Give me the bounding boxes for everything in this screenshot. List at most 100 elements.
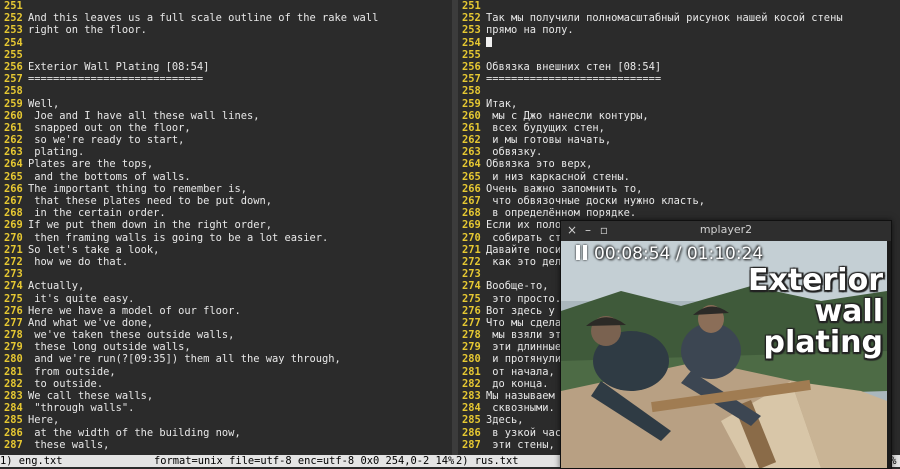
editor-line[interactable]: 273 xyxy=(0,268,452,280)
line-text[interactable]: Вот здесь у xyxy=(486,305,555,317)
editor-line[interactable]: 258 xyxy=(0,85,452,97)
editor-line[interactable]: 282 to outside. xyxy=(0,378,452,390)
editor-line[interactable]: 259 Well, xyxy=(0,98,452,110)
line-text[interactable]: ============================ xyxy=(28,73,203,85)
editor-line[interactable]: 253 right on the floor. xyxy=(0,24,452,36)
line-text[interactable]: And what we've done, xyxy=(28,317,153,329)
editor-line[interactable]: 262 и мы готовы начать, xyxy=(458,134,900,146)
line-text[interactable]: these long outside walls, xyxy=(28,341,190,353)
line-text[interactable]: Well, xyxy=(28,98,59,110)
line-text[interactable]: The important thing to remember is, xyxy=(28,183,247,195)
line-text[interactable]: we've taken these outside walls, xyxy=(28,329,234,341)
line-text[interactable]: Мы называем xyxy=(486,390,555,402)
mplayer-window[interactable]: × – ▫ mplayer2 00:08:54 / 01:10:24 Exter… xyxy=(560,220,892,469)
editor-line[interactable]: 263 plating. xyxy=(0,146,452,158)
editor-line[interactable]: 276 Here we have a model of our floor. xyxy=(0,305,452,317)
editor-line[interactable]: 283 We call these walls, xyxy=(0,390,452,402)
line-text[interactable]: Так мы получили полномасштабный рисунок … xyxy=(486,12,843,24)
line-text[interactable]: Обвязка внешних стен [08:54] xyxy=(486,61,661,73)
line-text[interactable]: "through walls". xyxy=(28,402,134,414)
line-text[interactable]: from outside, xyxy=(28,366,115,378)
line-text[interactable]: Если их поло xyxy=(486,219,561,231)
editor-line[interactable]: 275 it's quite easy. xyxy=(0,293,452,305)
line-text[interactable]: эти длинные xyxy=(486,341,561,353)
mplayer-titlebar[interactable]: × – ▫ mplayer2 xyxy=(561,221,891,241)
editor-line[interactable]: 271 So let's take a look, xyxy=(0,244,452,256)
line-text[interactable]: to outside. xyxy=(28,378,103,390)
editor-line[interactable]: 285 Here, xyxy=(0,414,452,426)
line-text[interactable]: Plates are the tops, xyxy=(28,158,153,170)
editor-line[interactable]: 264 Plates are the tops, xyxy=(0,158,452,170)
line-text[interactable]: в определённом порядке. xyxy=(486,207,636,219)
editor-line[interactable]: 278 we've taken these outside walls, xyxy=(0,329,452,341)
line-text[interactable]: мы с Джо нанесли контуры, xyxy=(486,110,648,122)
line-text[interactable]: от начала, xyxy=(486,366,555,378)
line-text[interactable]: ============================ xyxy=(486,73,661,85)
editor-line[interactable]: 260 мы с Джо нанесли контуры, xyxy=(458,110,900,122)
editor-line[interactable]: 258 xyxy=(458,85,900,97)
line-text[interactable]: how we do that. xyxy=(28,256,128,268)
line-text[interactable]: Вообще-то, xyxy=(486,280,549,292)
editor-line[interactable]: 256 Обвязка внешних стен [08:54] xyxy=(458,61,900,73)
editor-line[interactable]: 263 обвязку. xyxy=(458,146,900,158)
line-text[interactable]: so we're ready to start, xyxy=(28,134,184,146)
line-text[interactable]: Что мы сдела xyxy=(486,317,561,329)
line-text[interactable]: Итак, xyxy=(486,98,517,110)
editor-line[interactable]: 268 в определённом порядке. xyxy=(458,207,900,219)
line-text[interactable]: plating. xyxy=(28,146,84,158)
editor-line[interactable]: 255 xyxy=(0,49,452,61)
editor-line[interactable]: 286 at the width of the building now, xyxy=(0,427,452,439)
line-text[interactable]: и мы готовы начать, xyxy=(486,134,611,146)
line-text[interactable]: мы взяли эт xyxy=(486,329,561,341)
line-text[interactable]: эти стены, xyxy=(486,439,555,451)
line-text[interactable]: до конца. xyxy=(486,378,548,390)
line-text[interactable]: Здесь, xyxy=(486,414,524,426)
editor-line[interactable]: 287 these walls, xyxy=(0,439,452,451)
line-text[interactable]: и низ каркасной стены. xyxy=(486,171,630,183)
line-text[interactable]: прямо на полу. xyxy=(486,24,574,36)
editor-line[interactable]: 267 что обвязочные доски нужно класть, xyxy=(458,195,900,207)
editor-line[interactable]: 264 Обвязка это верх, xyxy=(458,158,900,170)
editor-line[interactable]: 268 in the certain order. xyxy=(0,207,452,219)
line-text[interactable]: обвязку. xyxy=(486,146,542,158)
line-text[interactable]: And this leaves us a full scale outline … xyxy=(28,12,378,24)
line-text[interactable]: and the bottoms of walls. xyxy=(28,171,190,183)
line-text[interactable]: это просто. xyxy=(486,293,561,305)
line-text[interactable]: then framing walls is going to be a lot … xyxy=(28,232,328,244)
line-text[interactable]: Actually, xyxy=(28,280,84,292)
editor-line[interactable]: 265 and the bottoms of walls. xyxy=(0,171,452,183)
editor-line[interactable]: 281 from outside, xyxy=(0,366,452,378)
line-text[interactable]: как это дел xyxy=(486,256,561,268)
line-text[interactable]: it's quite easy. xyxy=(28,293,134,305)
editor-line[interactable]: 252 And this leaves us a full scale outli… xyxy=(0,12,452,24)
editor-line[interactable]: 272 how we do that. xyxy=(0,256,452,268)
line-text[interactable]: that these plates need to be put down, xyxy=(28,195,272,207)
line-text[interactable]: right on the floor. xyxy=(28,24,147,36)
line-text[interactable]: что обвязочные доски нужно класть, xyxy=(486,195,705,207)
line-text[interactable]: Joe and I have all these wall lines, xyxy=(28,110,259,122)
editor-line[interactable]: 254 xyxy=(0,37,452,49)
line-text[interactable]: Обвязка это верх, xyxy=(486,158,592,170)
line-text[interactable]: в узкой час xyxy=(486,427,561,439)
line-text[interactable]: So let's take a look, xyxy=(28,244,159,256)
line-text[interactable]: snapped out on the floor, xyxy=(28,122,190,134)
editor-line[interactable]: 257 ============================ xyxy=(458,73,900,85)
line-text[interactable]: Exterior Wall Plating [08:54] xyxy=(28,61,209,73)
editor-line[interactable]: 257 ============================ xyxy=(0,73,452,85)
editor-line[interactable]: 265 и низ каркасной стены. xyxy=(458,171,900,183)
editor-line[interactable]: 270 then framing walls is going to be a … xyxy=(0,232,452,244)
editor-line[interactable]: 279 these long outside walls, xyxy=(0,341,452,353)
editor-line[interactable]: 261 snapped out on the floor, xyxy=(0,122,452,134)
editor-line[interactable]: 284 "through walls". xyxy=(0,402,452,414)
line-text[interactable]: in the certain order. xyxy=(28,207,165,219)
editor-line[interactable]: 262 so we're ready to start, xyxy=(0,134,452,146)
editor-line[interactable]: 259 Итак, xyxy=(458,98,900,110)
editor-line[interactable]: 253 прямо на полу. xyxy=(458,24,900,36)
editor-line[interactable]: 267 that these plates need to be put dow… xyxy=(0,195,452,207)
line-text[interactable]: всех будущих стен, xyxy=(486,122,605,134)
line-text[interactable]: If we put them down in the right order, xyxy=(28,219,272,231)
line-text[interactable]: these walls, xyxy=(28,439,109,451)
line-text[interactable]: Очень важно запомнить то, xyxy=(486,183,642,195)
line-text[interactable]: Давайте поси xyxy=(486,244,561,256)
editor-line[interactable]: 274 Actually, xyxy=(0,280,452,292)
